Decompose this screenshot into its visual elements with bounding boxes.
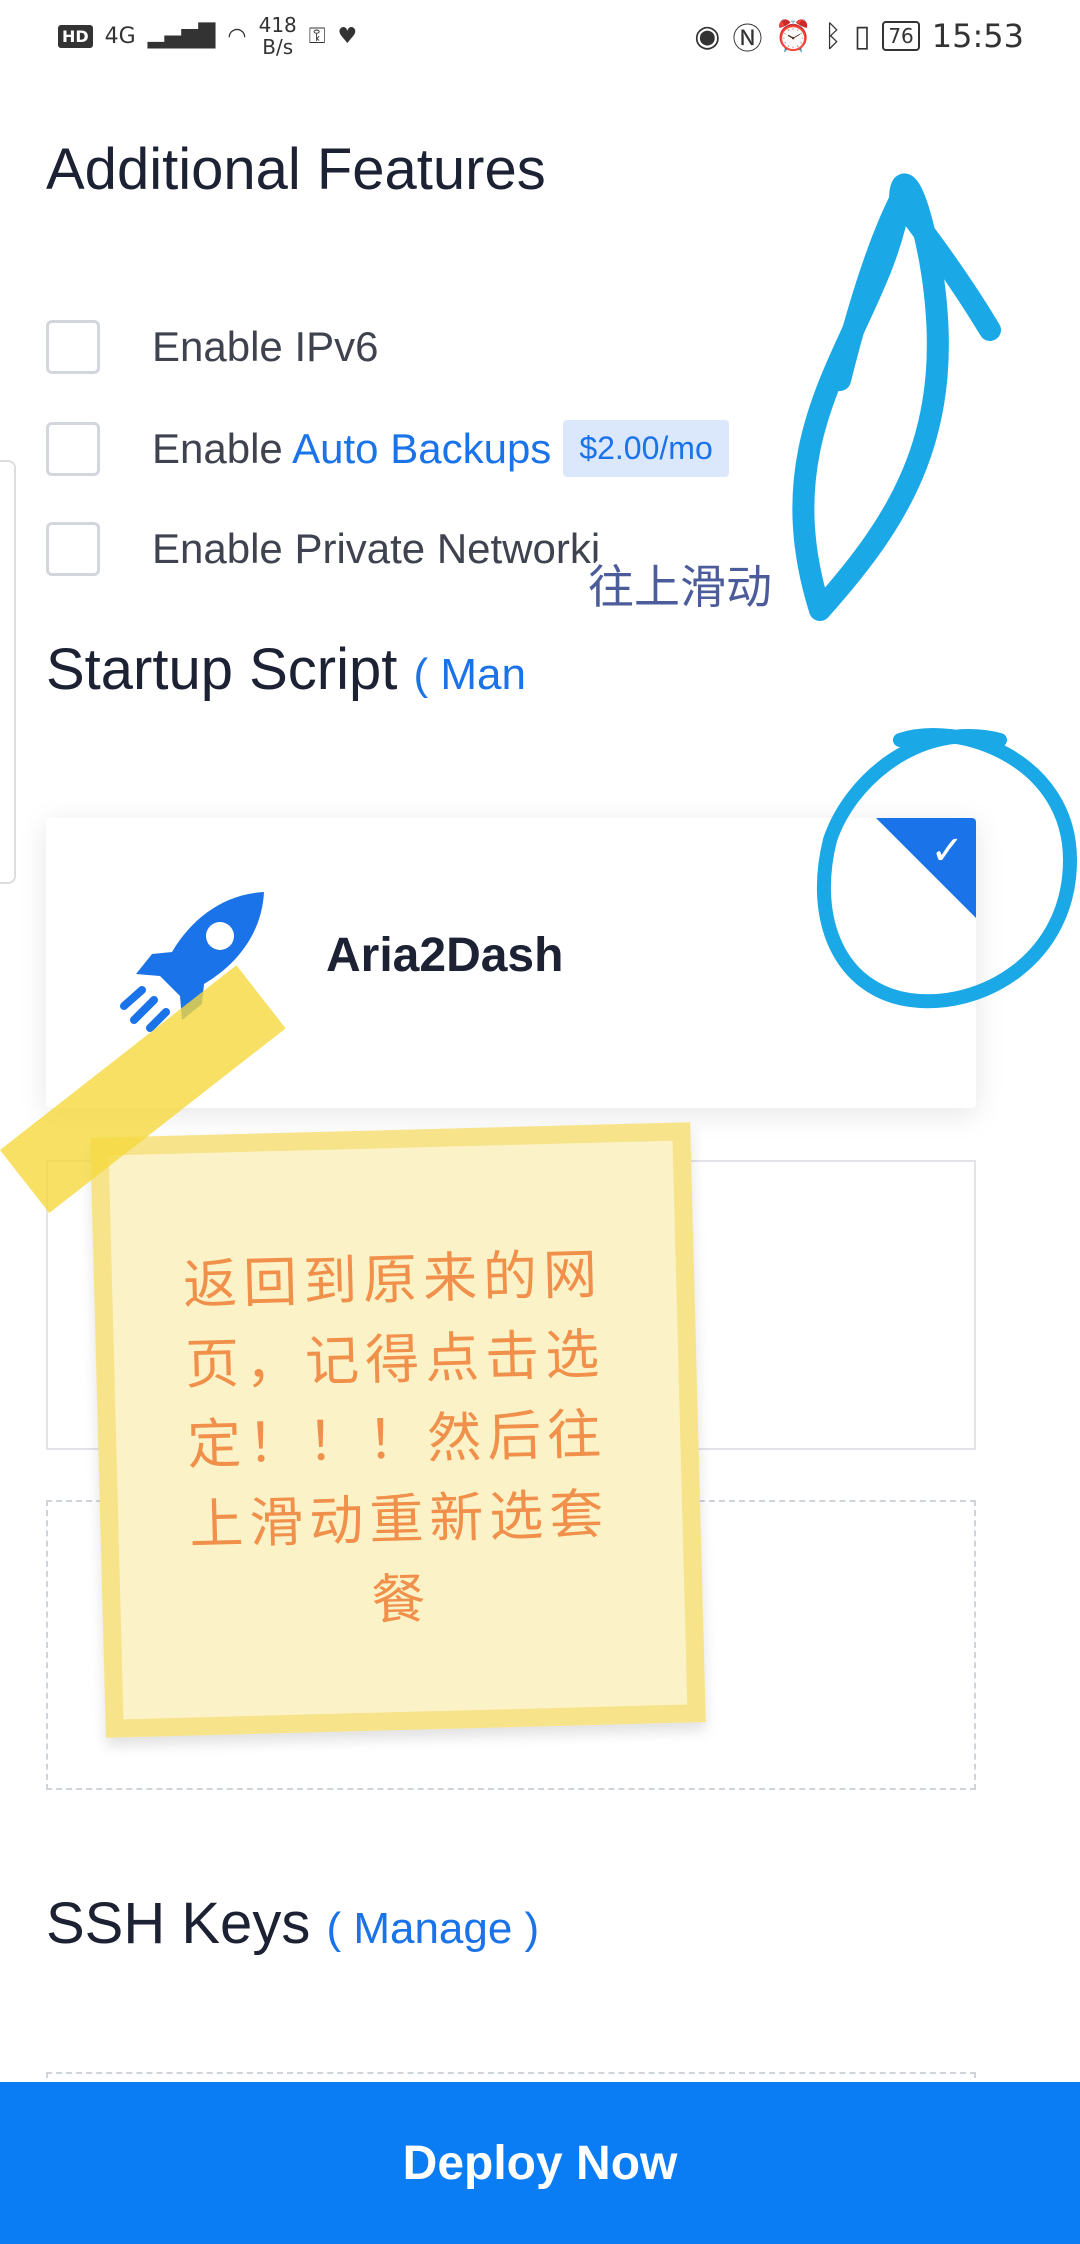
circle-highlight-icon — [816, 728, 1078, 1009]
sticky-note: 返回到原来的网页，记得点击选定！！！然后往上滑动重新选套餐 — [90, 1122, 706, 1738]
sticky-note-text: 返回到原来的网页，记得点击选定！！！然后往上滑动重新选套餐 — [182, 1242, 611, 1632]
arrow-head-icon — [829, 189, 1001, 391]
